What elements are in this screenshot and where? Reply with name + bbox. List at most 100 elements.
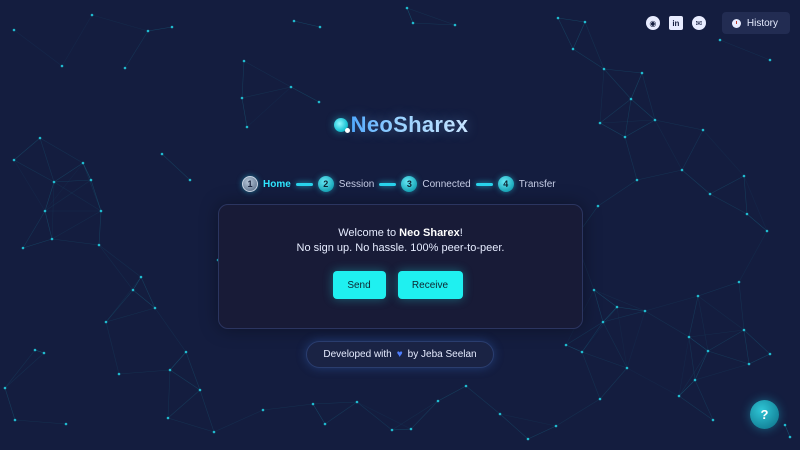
particle-link — [262, 403, 314, 411]
particle-link — [199, 389, 215, 433]
action-buttons: Send Receive — [213, 271, 582, 299]
particle-link — [118, 369, 171, 375]
particle-link — [105, 307, 156, 323]
particle-dot — [60, 64, 64, 68]
particle-dot — [409, 427, 413, 431]
particle-link — [44, 162, 84, 212]
particle-dot — [317, 100, 321, 104]
particle-link — [581, 321, 604, 353]
step-connector — [379, 182, 397, 186]
particle-link — [499, 413, 529, 440]
particle-link — [678, 350, 709, 397]
send-button[interactable]: Send — [332, 271, 386, 299]
particle-dot — [104, 320, 108, 324]
particle-link — [241, 60, 245, 99]
particle-link — [167, 389, 201, 419]
particle-link — [13, 29, 63, 67]
particle-link — [688, 336, 696, 381]
receive-button[interactable]: Receive — [397, 271, 463, 299]
particle-dot — [323, 422, 327, 426]
credit-suffix: by Jeba Seelan — [407, 349, 477, 360]
step-session: 2 Session — [317, 176, 375, 192]
particle-link — [743, 175, 768, 232]
particle-link — [4, 387, 16, 421]
particle-dot — [13, 418, 17, 422]
particle-dot — [680, 168, 684, 172]
particle-dot — [43, 209, 47, 213]
particle-dot — [453, 23, 457, 27]
history-button[interactable]: History — [721, 12, 790, 34]
particle-link — [694, 363, 750, 381]
particle-dot — [3, 386, 7, 390]
particle-link — [581, 306, 618, 353]
particle-dot — [436, 399, 440, 403]
particle-link — [738, 230, 768, 283]
logo-mark-icon — [333, 118, 350, 133]
particle-link — [406, 7, 414, 24]
particle-link — [169, 369, 201, 391]
welcome-suffix: ! — [459, 227, 463, 239]
particle-dot — [160, 152, 164, 156]
particle-link — [593, 289, 618, 308]
particle-dot — [788, 435, 792, 439]
particle-dot — [696, 294, 700, 298]
particle-link — [243, 60, 292, 88]
particle-link — [697, 295, 709, 352]
particle-dot — [188, 178, 192, 182]
help-button[interactable]: ? — [750, 400, 779, 429]
particle-dot — [677, 394, 681, 398]
particle-link — [565, 344, 583, 353]
particle-link — [688, 329, 745, 338]
particle-dot — [554, 424, 558, 428]
step-connector — [475, 182, 493, 186]
particle-link — [44, 210, 53, 240]
linkedin-icon[interactable]: in — [668, 16, 683, 30]
particle-dot — [12, 28, 16, 32]
particle-link — [105, 321, 120, 375]
particle-dot — [580, 350, 584, 354]
particle-link — [597, 179, 638, 207]
step-label: Session — [338, 178, 375, 190]
step-number: 4 — [497, 176, 514, 192]
particle-link — [13, 159, 46, 212]
particle-dot — [50, 237, 54, 241]
step-connected: 3 Connected — [401, 176, 471, 192]
particle-link — [132, 289, 156, 309]
particle-link — [688, 295, 699, 338]
particle-dot — [601, 320, 605, 324]
particle-dot — [81, 161, 85, 165]
particle-link — [555, 398, 601, 427]
github-icon[interactable]: ◉ — [645, 16, 660, 30]
particle-dot — [625, 366, 629, 370]
particle-link — [44, 179, 92, 212]
step-home: 1 Home — [242, 176, 291, 192]
particle-link — [98, 210, 102, 246]
particle-dot — [742, 174, 746, 178]
particle-dot — [89, 178, 93, 182]
particle-link — [13, 137, 41, 161]
particle-link — [290, 86, 320, 103]
particle-dot — [765, 229, 769, 233]
particle-dot — [768, 352, 772, 356]
particle-link — [572, 48, 605, 70]
particle-dot — [168, 368, 172, 372]
particle-dot — [592, 288, 596, 292]
step-label: Transfer — [518, 178, 556, 190]
particle-dot — [240, 96, 244, 100]
particle-link — [743, 329, 750, 365]
step-transfer: 4 Transfer — [497, 176, 556, 192]
particle-link — [707, 329, 745, 352]
particle-dot — [693, 378, 697, 382]
particle-link — [465, 385, 501, 415]
email-icon[interactable]: ✉ — [691, 16, 706, 30]
particle-dot — [390, 428, 394, 432]
particle-dot — [198, 388, 202, 392]
particle-link — [4, 352, 45, 389]
particle-dot — [635, 178, 639, 182]
particle-dot — [131, 288, 135, 292]
particle-link — [51, 181, 55, 240]
particle-dot — [146, 29, 150, 33]
particle-link — [53, 162, 84, 183]
particle-dot — [708, 192, 712, 196]
particle-link — [602, 306, 618, 323]
